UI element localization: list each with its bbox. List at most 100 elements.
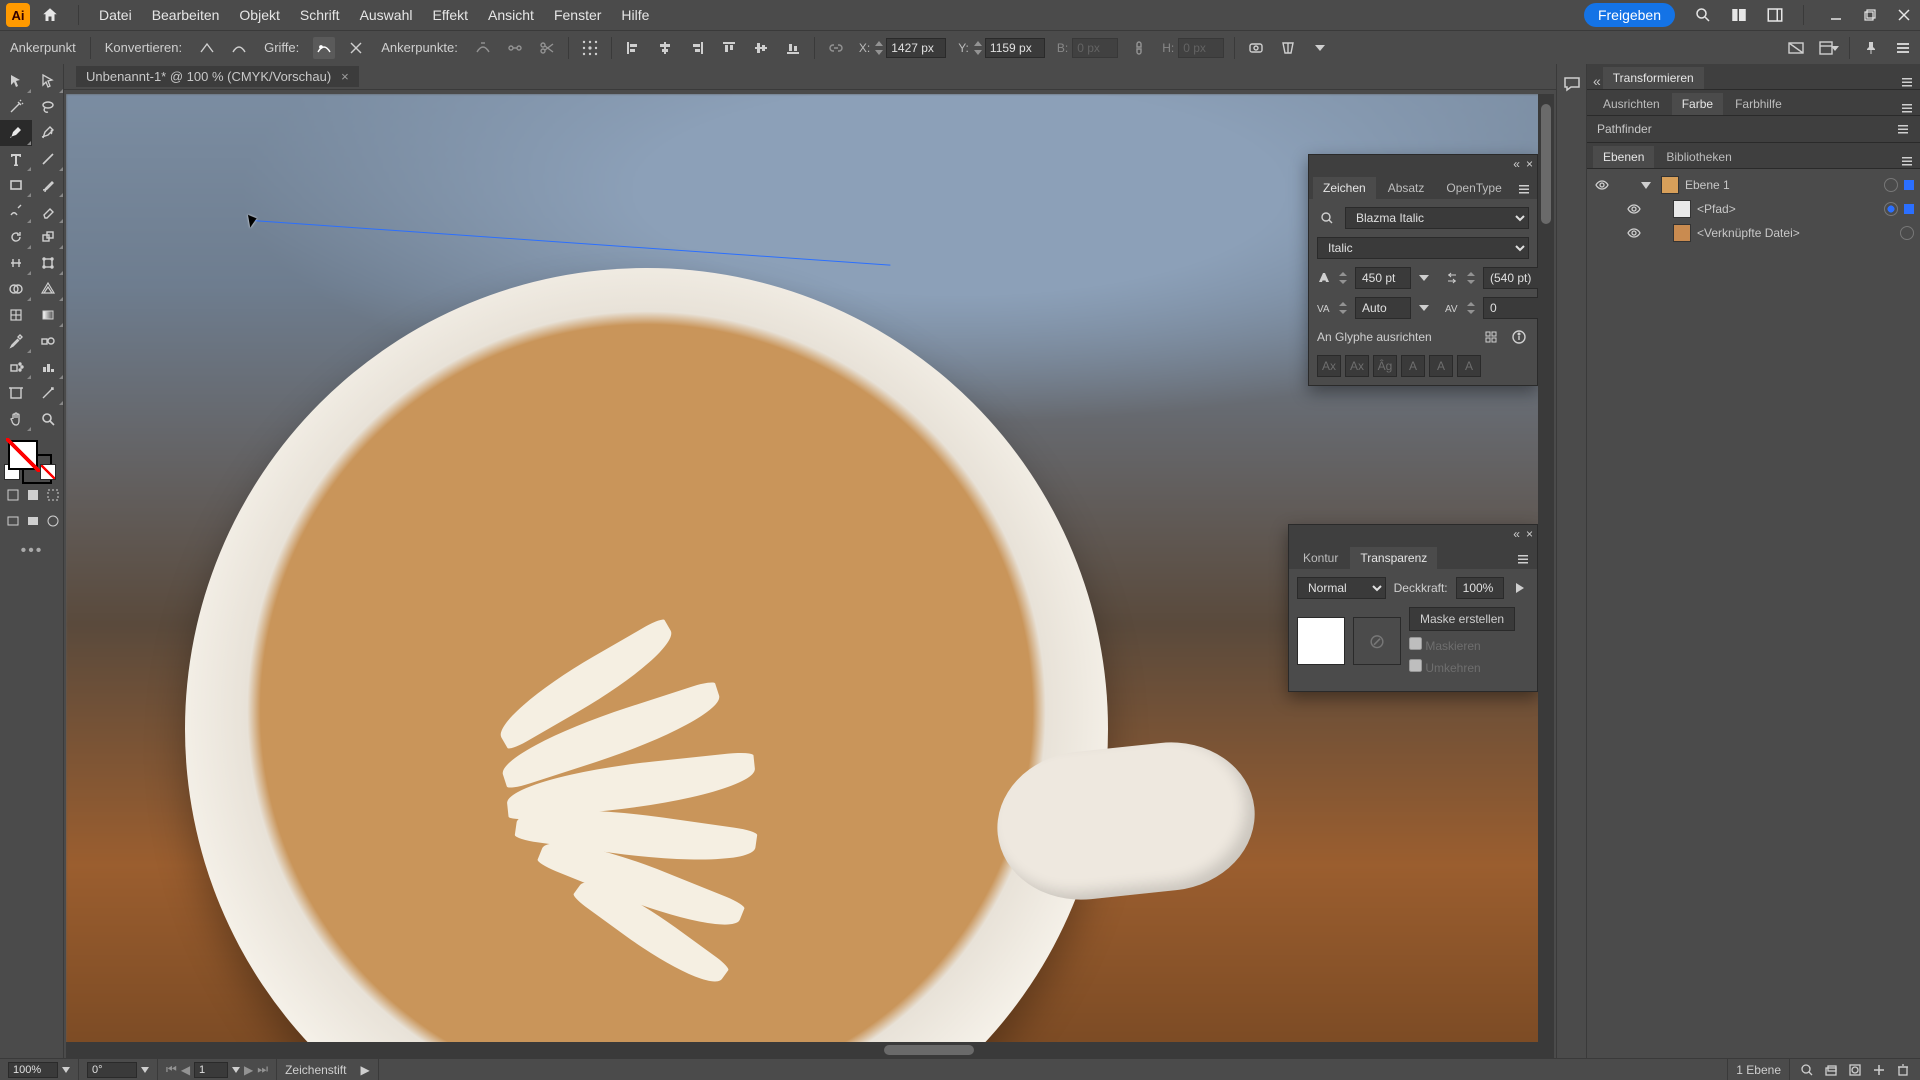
- tab-bibliotheken[interactable]: Bibliotheken: [1656, 146, 1741, 168]
- isolate-icon[interactable]: [1245, 37, 1267, 59]
- rotation-field[interactable]: [79, 1059, 158, 1080]
- artboard-index-input[interactable]: [194, 1062, 228, 1078]
- cut-path-icon[interactable]: [536, 37, 558, 59]
- mask-thumbnail[interactable]: ⊘: [1353, 617, 1401, 665]
- zoom-tool-icon[interactable]: [32, 406, 64, 432]
- shaper-tool-icon[interactable]: [0, 198, 32, 224]
- kerning-input[interactable]: [1355, 297, 1411, 319]
- leading-input[interactable]: [1483, 267, 1539, 289]
- column-graph-tool-icon[interactable]: [32, 354, 64, 380]
- perspective-grid-tool-icon[interactable]: [32, 276, 64, 302]
- convert-to-smooth-icon[interactable]: [228, 37, 250, 59]
- menu-auswahl[interactable]: Auswahl: [352, 3, 421, 27]
- tab-transparenz[interactable]: Transparenz: [1350, 547, 1437, 569]
- opacity-flyout-icon[interactable]: [1512, 578, 1529, 598]
- layer-name[interactable]: <Verknüpfte Datei>: [1697, 226, 1894, 240]
- status-flyout-icon[interactable]: ▶: [360, 1063, 369, 1077]
- shape-builder-icon[interactable]: [1277, 37, 1299, 59]
- remove-anchor-icon[interactable]: [472, 37, 494, 59]
- chevron-down-icon[interactable]: [1419, 298, 1429, 318]
- stepper-icon[interactable]: [1467, 298, 1475, 318]
- align-top-icon[interactable]: [718, 37, 740, 59]
- tab-ausrichten[interactable]: Ausrichten: [1593, 93, 1670, 115]
- lasso-tool-icon[interactable]: [32, 94, 64, 120]
- layers-locate-icon[interactable]: [1800, 1063, 1814, 1077]
- menu-hilfe[interactable]: Hilfe: [613, 3, 657, 27]
- tab-farbe[interactable]: Farbe: [1672, 93, 1723, 115]
- layer-row[interactable]: <Verknüpfte Datei>: [1587, 221, 1920, 245]
- tracking-input[interactable]: [1483, 297, 1539, 319]
- layer-name[interactable]: Ebene 1: [1685, 178, 1878, 192]
- panel-menu-icon[interactable]: [1892, 37, 1914, 59]
- new-sublayer-icon[interactable]: [1824, 1063, 1838, 1077]
- last-artboard-icon[interactable]: ⏭: [257, 1062, 268, 1077]
- opacity-input[interactable]: [1456, 577, 1504, 599]
- scale-tool-icon[interactable]: [32, 224, 64, 250]
- y-input[interactable]: [985, 38, 1045, 58]
- paintbrush-tool-icon[interactable]: [32, 172, 64, 198]
- tab-kontur[interactable]: Kontur: [1293, 547, 1348, 569]
- disclosure-triangle-icon[interactable]: [1641, 180, 1655, 190]
- panel-collapse-icon[interactable]: «: [1513, 157, 1520, 171]
- shape-builder-tool-icon[interactable]: [0, 276, 32, 302]
- canvas-horizontal-scrollbar[interactable]: [66, 1042, 1554, 1058]
- glyph-snap-1[interactable]: Ax: [1317, 355, 1341, 377]
- font-style-select[interactable]: Italic: [1317, 237, 1529, 259]
- glyph-grid-icon[interactable]: [1481, 327, 1501, 347]
- menu-bearbeiten[interactable]: Bearbeiten: [144, 3, 228, 27]
- rectangle-tool-icon[interactable]: [0, 172, 32, 198]
- character-panel[interactable]: « × Zeichen Absatz OpenType Blazma Itali…: [1308, 154, 1538, 386]
- make-clipping-mask-icon[interactable]: [1848, 1063, 1862, 1077]
- delete-layer-icon[interactable]: [1896, 1063, 1910, 1077]
- edit-toolbar-icon[interactable]: •••: [0, 536, 64, 562]
- arrange-windows-icon[interactable]: [1727, 3, 1751, 27]
- canvas-vertical-scrollbar[interactable]: [1538, 94, 1554, 1042]
- panel-menu-icon[interactable]: [1900, 154, 1914, 168]
- hide-handles-icon[interactable]: [345, 37, 367, 59]
- window-close-icon[interactable]: [1894, 5, 1914, 25]
- eraser-tool-icon[interactable]: [32, 198, 64, 224]
- panel-collapse-icon[interactable]: «: [1593, 73, 1601, 89]
- menu-fenster[interactable]: Fenster: [546, 3, 609, 27]
- font-search-icon[interactable]: [1317, 208, 1337, 228]
- panel-close-icon[interactable]: ×: [1526, 157, 1533, 171]
- layer-row[interactable]: Ebene 1: [1587, 173, 1920, 197]
- panel-menu-icon[interactable]: [1896, 122, 1910, 136]
- stepper-icon[interactable]: [1339, 298, 1347, 318]
- share-button[interactable]: Freigeben: [1584, 3, 1675, 27]
- chevron-down-icon[interactable]: [1309, 37, 1331, 59]
- glyph-snap-4[interactable]: A: [1401, 355, 1425, 377]
- make-mask-button[interactable]: Maske erstellen: [1409, 607, 1515, 631]
- panel-menu-icon[interactable]: [1516, 179, 1533, 199]
- document-tab[interactable]: Unbenannt-1* @ 100 % (CMYK/Vorschau) ×: [76, 66, 359, 87]
- pathfinder-title[interactable]: Pathfinder: [1597, 122, 1652, 136]
- font-family-select[interactable]: Blazma Italic: [1345, 207, 1529, 229]
- screen-mode-1-icon[interactable]: [6, 514, 20, 532]
- tab-zeichen[interactable]: Zeichen: [1313, 177, 1376, 199]
- chevron-down-icon[interactable]: [232, 1066, 240, 1074]
- menu-objekt[interactable]: Objekt: [231, 3, 287, 27]
- draw-none-mode[interactable]: [40, 464, 56, 480]
- gpu-preview-icon[interactable]: [1785, 37, 1807, 59]
- rotation-input[interactable]: [87, 1062, 137, 1078]
- search-icon[interactable]: [1691, 3, 1715, 27]
- blend-mode-select[interactable]: Normal: [1297, 577, 1386, 599]
- show-handles-icon[interactable]: [313, 37, 335, 59]
- align-bottom-icon[interactable]: [782, 37, 804, 59]
- align-left-icon[interactable]: [622, 37, 644, 59]
- eyedropper-tool-icon[interactable]: [0, 328, 32, 354]
- pen-tool-icon[interactable]: [0, 120, 32, 146]
- menu-schrift[interactable]: Schrift: [292, 3, 348, 27]
- panel-menu-icon[interactable]: [1900, 75, 1914, 89]
- direct-selection-tool-icon[interactable]: [32, 68, 64, 94]
- free-transform-tool-icon[interactable]: [32, 250, 64, 276]
- menu-effekt[interactable]: Effekt: [424, 3, 476, 27]
- new-layer-icon[interactable]: [1872, 1063, 1886, 1077]
- visibility-toggle-icon[interactable]: [1593, 176, 1611, 194]
- x-input[interactable]: [886, 38, 946, 58]
- connect-anchors-icon[interactable]: [504, 37, 526, 59]
- glyph-snap-6[interactable]: A: [1457, 355, 1481, 377]
- artboard-nav[interactable]: ⏮ ◀ ▶ ⏭: [158, 1059, 277, 1080]
- gradient-tool-icon[interactable]: [32, 302, 64, 328]
- target-icon[interactable]: [1884, 178, 1898, 192]
